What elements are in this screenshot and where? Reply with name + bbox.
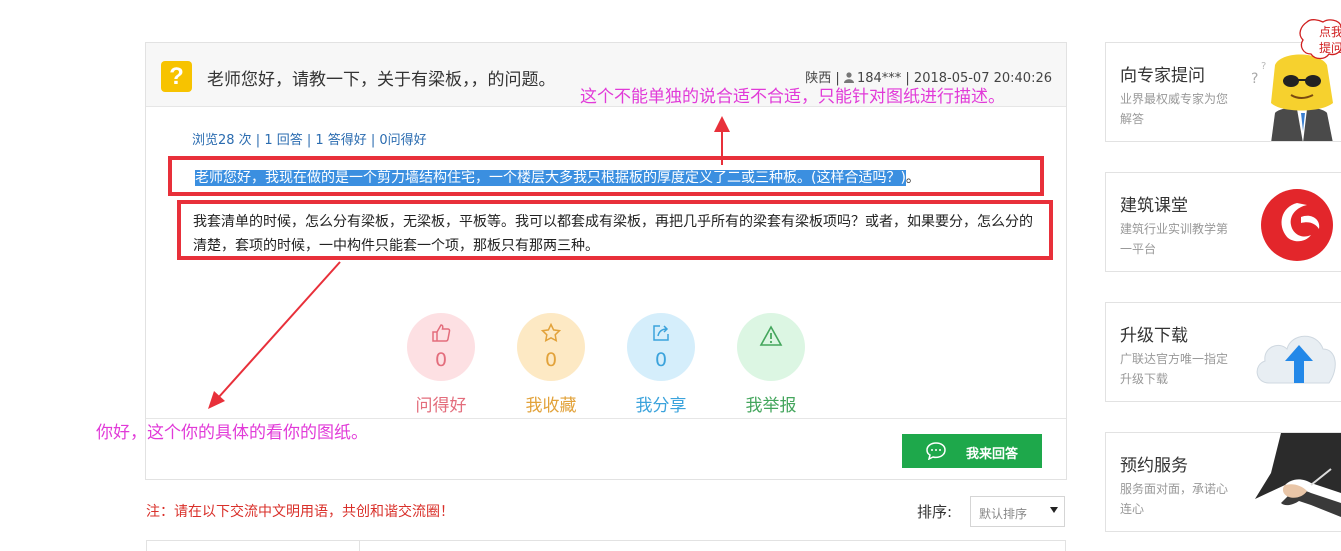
sidebar-desc: 业界最权威专家为您解答 [1120,92,1229,126]
bubble-line2: 提问 [1319,41,1341,55]
sidebar-title: 升级下载 [1120,326,1188,346]
question-body-second: 我套清单的时候，怎么分有梁板，无梁板，平板等。我可以都套成有梁板，再把几乎所有的… [193,214,1033,254]
sidebar-appointment[interactable]: 预约服务 服务面对面，承诺心连心 [1105,432,1341,532]
cloud-upload-icon [1256,335,1336,384]
bubble-text: 点我 提问 [1319,24,1341,56]
selected-text: 老师您好，我现在做的是一个剪力墙结构住宅，一个楼层大多我只根据板的厚度定义了二或… [195,170,906,186]
sidebar-title: 建筑课堂 [1120,196,1188,216]
question-card: ? 老师您好，请教一下，关于有梁板，，的问题。 陕西 | 184*** | 20… [145,42,1067,480]
share-icon [653,325,669,341]
sidebar-upgrade-download[interactable]: 升级下载 广联达官方唯一指定升级下载 [1105,302,1341,402]
question-actions: 0 问得好 0 我收藏 0 我分享 我举报 [406,313,806,423]
bubble-line1: 点我 [1319,25,1341,39]
thumbs-up-icon [432,324,451,342]
sort-value: 默认排序 [979,507,1028,521]
action-label: 我分享 [635,396,687,416]
action-circle: 0 [517,313,585,381]
highlight-box-first-paragraph: 老师您好，我现在做的是一个剪力墙结构住宅，一个楼层大多我只根据板的厚度定义了二或… [168,156,1044,196]
action-count: 0 [544,349,558,371]
ask-bubble[interactable]: 点我 提问 [1297,18,1341,62]
caret-down-icon [1050,507,1058,513]
action-count: 0 [654,349,668,371]
handshake-icon [1255,433,1341,517]
question-mark-icon: ? [161,61,192,92]
svg-text:?: ? [1261,61,1266,72]
sort-select[interactable]: 默认排序 [970,496,1065,527]
answer-button-label: 我来回答 [966,446,1019,461]
answer-button[interactable]: 我来回答 [902,434,1042,468]
action-good-question[interactable]: 0 问得好 [406,313,476,416]
answer-list [146,540,1066,551]
classroom-logo-icon [1261,189,1333,261]
action-circle: 0 [407,313,475,381]
sidebar-classroom[interactable]: 建筑课堂 建筑行业实训教学第一平台 [1105,172,1341,272]
question-body-first: 老师您好，我现在做的是一个剪力墙结构住宅，一个楼层大多我只根据板的厚度定义了二或… [195,167,920,187]
action-circle [737,313,805,381]
sidebar-title: 预约服务 [1120,456,1188,476]
action-label: 问得好 [415,396,467,416]
warning-icon [759,325,783,346]
sidebar-desc: 广联达官方唯一指定升级下载 [1120,352,1229,386]
sidebar-desc: 建筑行业实训教学第一平台 [1120,222,1229,256]
sort-label: 排序: [917,503,953,521]
sidebar-desc: 服务面对面，承诺心连心 [1120,482,1229,516]
svg-text:?: ? [1251,71,1258,87]
star-icon [541,323,561,342]
question-stats: 浏览28 次 | 1 回答 | 1 答得好 | 0问得好 [192,133,427,148]
civility-notice: 注：请在以下交流中文明用语，共创和谐交流圈！ [146,504,454,520]
action-report[interactable]: 我举报 [736,313,806,416]
annotation-top: 这个不能单独的说合适不合适，只能针对图纸进行描述。 [580,87,1005,107]
action-count: 0 [434,349,448,371]
chat-bubble-icon [926,442,946,460]
action-circle: 0 [627,313,695,381]
annotation-bottom: 你好，这个你的具体的看你的图纸。 [96,423,368,443]
action-label: 我举报 [745,396,797,416]
sidebar-title: 向专家提问 [1120,66,1205,86]
divider [359,541,360,551]
action-label: 我收藏 [525,396,577,416]
highlight-box-second-paragraph: 我套清单的时候，怎么分有梁板，无梁板，平板等。我可以都套成有梁板，再把几乎所有的… [177,200,1053,260]
action-share[interactable]: 0 我分享 [626,313,696,416]
question-title: 老师您好，请教一下，关于有梁板，，的问题。 [207,70,556,90]
action-favorite[interactable]: 0 我收藏 [516,313,586,416]
selected-text-tail: 。 [905,170,920,186]
